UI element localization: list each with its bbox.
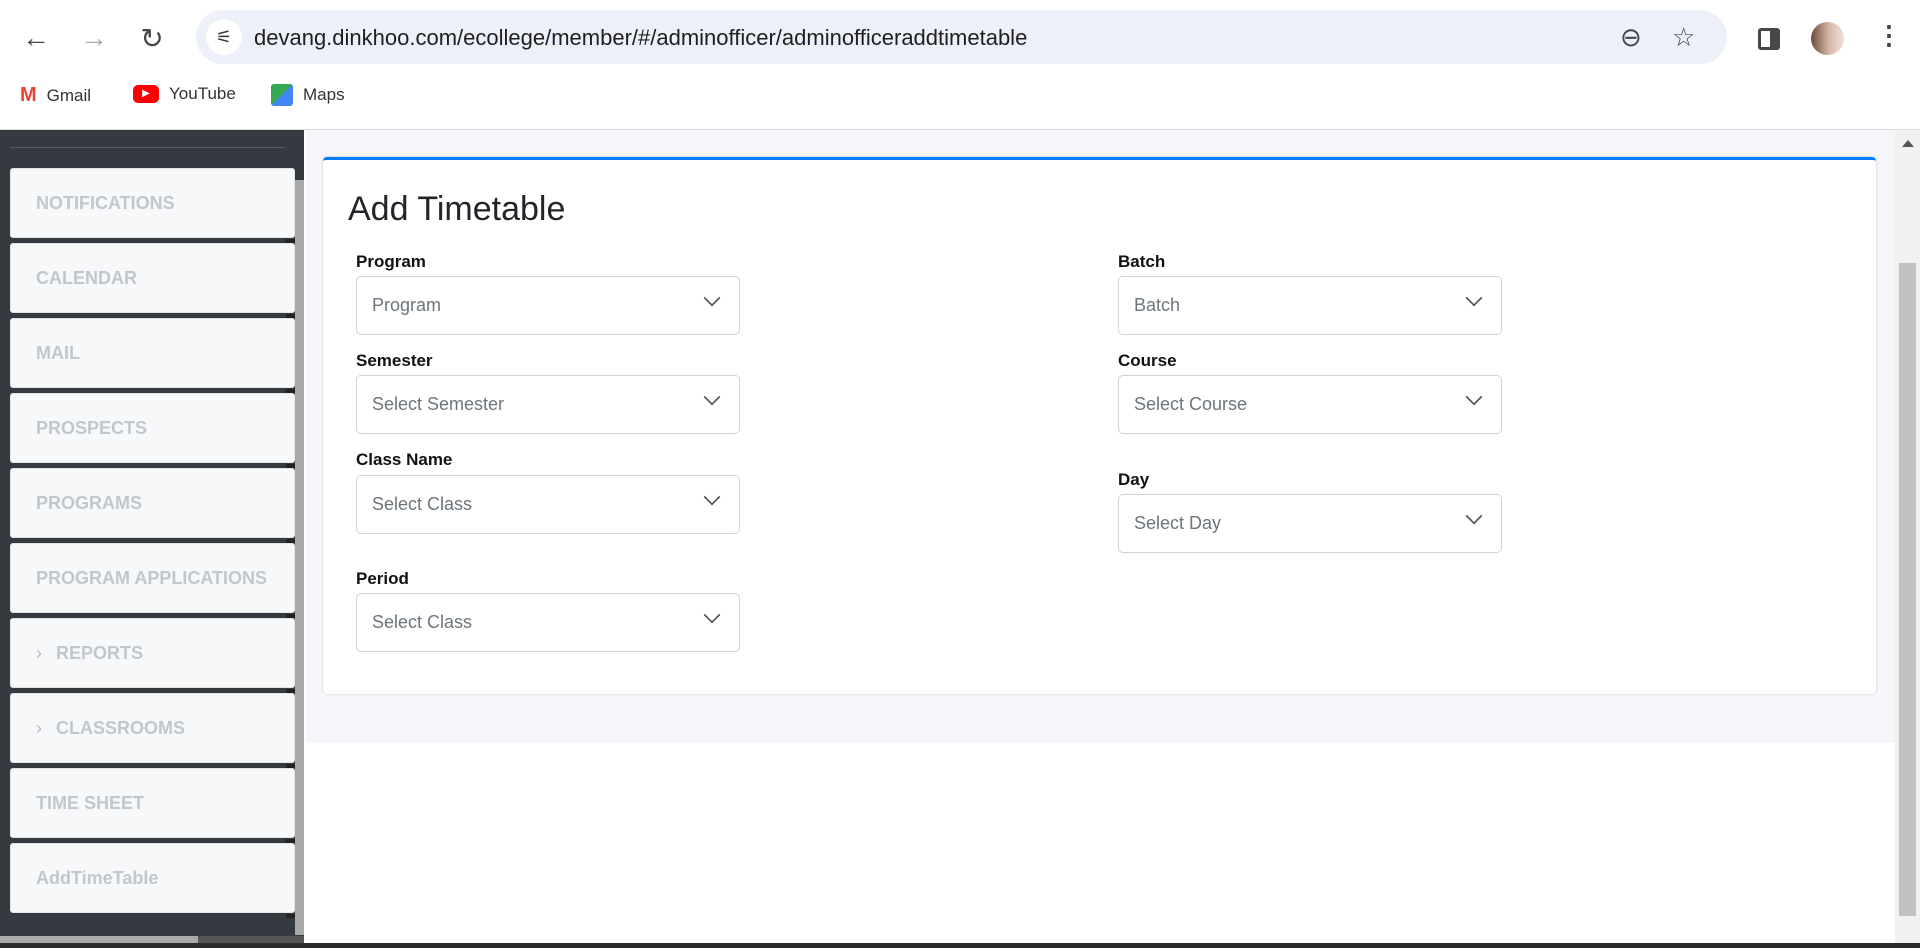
sidebar-item-reports[interactable]: › REPORTS <box>10 618 296 693</box>
chevron-down-icon <box>1465 289 1483 307</box>
browser-toolbar: ← → ↻ ⚟ devang.dinkhoo.com/ecollege/memb… <box>0 0 1920 130</box>
chevron-right-icon: › <box>36 642 42 663</box>
period-label: Period <box>356 569 409 588</box>
sidebar-item-program-applications[interactable]: PROGRAM APPLICATIONS <box>10 543 296 618</box>
gmail-icon: M <box>20 84 37 106</box>
url-text[interactable]: devang.dinkhoo.com/ecollege/member/#/adm… <box>254 25 1027 51</box>
chevron-down-icon <box>1465 507 1483 525</box>
sidebar-item-label: CLASSROOMS <box>56 717 186 738</box>
page-title: Add Timetable <box>348 190 566 228</box>
zoom-out-icon[interactable]: ⊖ <box>1620 22 1642 53</box>
semester-label: Semester <box>356 351 433 370</box>
chevron-down-icon <box>703 606 721 624</box>
maps-icon <box>271 84 293 106</box>
youtube-icon: ▶ <box>133 85 159 103</box>
class-name-select[interactable]: Select Class <box>356 475 740 534</box>
bookmark-maps[interactable]: Maps <box>271 84 345 106</box>
main-content: Add Timetable Program Program Semester Sele… <box>306 130 1895 743</box>
side-panel-icon[interactable] <box>1758 28 1780 50</box>
chevron-right-icon: › <box>36 717 42 738</box>
menu-icon[interactable]: ⋮ <box>1876 20 1902 51</box>
bookmark-gmail[interactable]: M Gmail <box>20 84 91 107</box>
address-bar[interactable]: ⚟ devang.dinkhoo.com/ecollege/member/#/a… <box>196 10 1727 64</box>
select-value: Program <box>372 295 442 315</box>
sidebar-divider <box>10 147 285 148</box>
sidebar-item-label: CALENDAR <box>36 267 137 288</box>
sidebar-item-label: TIME SHEET <box>36 792 145 813</box>
sidebar-item-addtimetable[interactable]: AddTimeTable <box>10 843 296 918</box>
sidebar: NOTIFICATIONS CALENDAR MAIL PROSPECTS PROGRA… <box>0 130 304 948</box>
select-value: Select Course <box>1134 394 1248 414</box>
sidebar-scrollbar[interactable] <box>295 180 304 935</box>
sidebar-item-label: PROGRAMS <box>36 492 143 513</box>
sidebar-item-programs[interactable]: PROGRAMS <box>10 468 296 543</box>
sidebar-item-notifications[interactable]: NOTIFICATIONS <box>10 168 296 243</box>
chevron-down-icon <box>703 488 721 506</box>
select-value: Select Day <box>1134 513 1222 533</box>
sidebar-item-label: PROGRAM APPLICATIONS <box>36 567 268 588</box>
select-value: Select Class <box>372 494 473 514</box>
program-select[interactable]: Program <box>356 276 740 335</box>
page-scrollbar[interactable] <box>1895 130 1920 943</box>
course-select[interactable]: Select Course <box>1118 375 1502 434</box>
site-settings-icon[interactable]: ⚟ <box>206 19 242 55</box>
chevron-down-icon <box>1465 388 1483 406</box>
chevron-down-icon <box>703 289 721 307</box>
scroll-up-icon[interactable] <box>1902 140 1914 147</box>
select-value: Select Class <box>372 612 473 632</box>
select-value: Batch <box>1134 295 1181 315</box>
course-label: Course <box>1118 351 1177 370</box>
sidebar-item-label: AddTimeTable <box>36 867 159 888</box>
back-button[interactable]: ← <box>16 18 56 58</box>
bookmark-youtube[interactable]: ▶ YouTube <box>133 84 236 104</box>
window-border <box>0 943 1920 948</box>
sidebar-item-classrooms[interactable]: › CLASSROOMS <box>10 693 296 768</box>
sidebar-item-prospects[interactable]: PROSPECTS <box>10 393 296 468</box>
scrollbar-thumb[interactable] <box>1899 263 1916 916</box>
period-select[interactable]: Select Class <box>356 593 740 652</box>
day-select[interactable]: Select Day <box>1118 494 1502 553</box>
select-value: Select Semester <box>372 394 505 414</box>
sidebar-item-label: REPORTS <box>56 642 144 663</box>
sidebar-item-mail[interactable]: MAIL <box>10 318 296 393</box>
forward-button[interactable]: → <box>74 18 114 58</box>
day-label: Day <box>1118 470 1150 489</box>
chevron-down-icon <box>703 388 721 406</box>
batch-label: Batch <box>1118 252 1166 271</box>
program-label: Program <box>356 252 426 271</box>
semester-select[interactable]: Select Semester <box>356 375 740 434</box>
add-timetable-card: Add Timetable Program Program Semester Sele… <box>323 157 1876 694</box>
sidebar-item-label: MAIL <box>36 342 80 363</box>
avatar[interactable] <box>1811 22 1844 55</box>
sidebar-item-calendar[interactable]: CALENDAR <box>10 243 296 318</box>
sidebar-item-label: NOTIFICATIONS <box>36 192 175 213</box>
class-name-label: Class Name <box>356 450 453 469</box>
batch-select[interactable]: Batch <box>1118 276 1502 335</box>
sidebar-item-label: PROSPECTS <box>36 417 148 438</box>
bookmark-star-icon[interactable]: ☆ <box>1672 22 1695 53</box>
reload-button[interactable]: ↻ <box>132 18 172 58</box>
sidebar-item-time-sheet[interactable]: TIME SHEET <box>10 768 296 843</box>
